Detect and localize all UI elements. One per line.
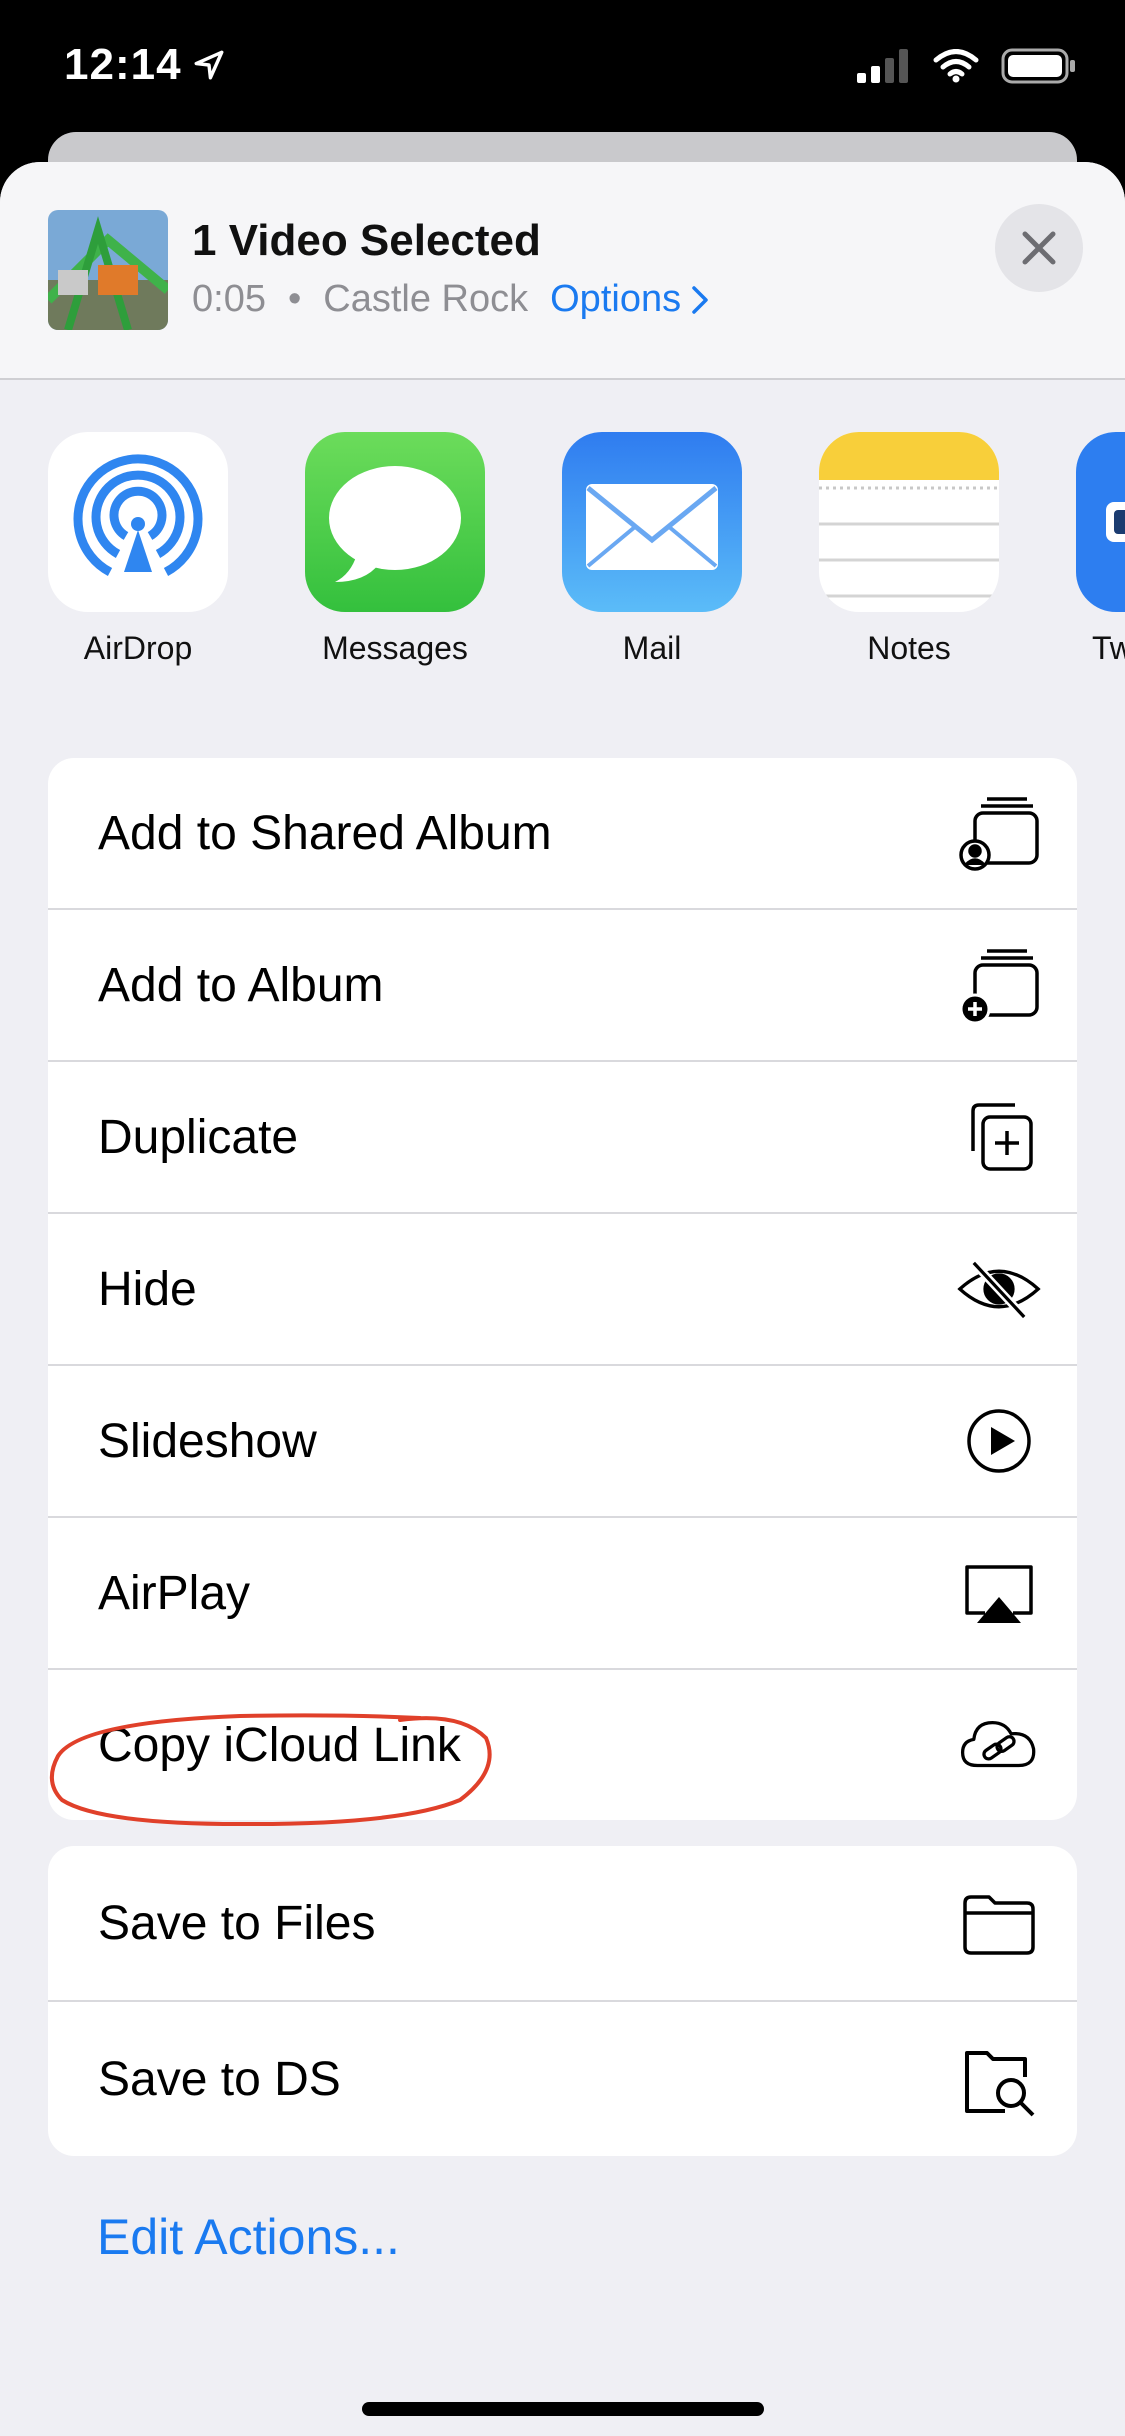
app-label: Mail (622, 630, 682, 666)
home-indicator (362, 2402, 764, 2416)
add-album-icon (957, 943, 1041, 1027)
action-label: Add to Album (98, 958, 384, 1012)
options-link[interactable]: Options (550, 278, 709, 321)
video-location: Castle Rock (323, 278, 529, 320)
app-label: Notes (867, 630, 951, 666)
share-title: 1 Video Selected (192, 216, 541, 265)
action-save-to-files[interactable]: Save to Files (48, 1846, 1077, 2002)
location-arrow-icon (194, 50, 223, 80)
ds-folder-search-icon (957, 2037, 1041, 2121)
subtitle-separator: • (287, 278, 302, 320)
chevron-right-icon (692, 285, 708, 314)
play-circle-icon (957, 1399, 1041, 1483)
app-label: AirDrop (83, 630, 193, 666)
status-time: 12:14 (64, 40, 182, 89)
app-airdrop[interactable]: AirDrop (48, 432, 228, 667)
battery-icon (1001, 48, 1075, 84)
action-duplicate[interactable]: Duplicate (48, 1062, 1077, 1214)
status-time-wrap: 12:14 (64, 40, 226, 90)
icloud-link-icon (957, 1703, 1041, 1787)
action-add-to-album[interactable]: Add to Album (48, 910, 1077, 1062)
close-button[interactable] (995, 204, 1083, 292)
actions-group-secondary: Save to Files Save to DS (48, 1846, 1077, 2156)
action-add-to-shared-album[interactable]: Add to Shared Album (48, 758, 1077, 910)
app-partial[interactable]: Tw (1076, 432, 1125, 667)
action-label: Save to DS (98, 2052, 341, 2106)
airplay-icon (957, 1551, 1041, 1635)
actions-group-primary: Add to Shared Album Add to Album Duplica… (48, 758, 1077, 1820)
app-mail[interactable]: Mail (562, 432, 742, 667)
app-label: Tw (1092, 630, 1125, 666)
edit-actions-link[interactable]: Edit Actions... (97, 2208, 400, 2266)
share-subtitle: 0:05 • Castle Rock Options (192, 278, 709, 321)
video-duration: 0:05 (192, 278, 266, 320)
action-label: Hide (98, 1262, 197, 1316)
close-icon (1022, 231, 1056, 265)
partial-app-icon (1076, 432, 1125, 612)
status-icons (857, 48, 1077, 84)
action-label: Slideshow (98, 1414, 317, 1468)
options-label: Options (550, 278, 682, 320)
messages-icon (305, 432, 485, 612)
share-sheet: 1 Video Selected 0:05 • Castle Rock Opti… (0, 162, 1125, 2436)
airdrop-icon (48, 432, 228, 612)
app-messages[interactable]: Messages (305, 432, 485, 667)
action-slideshow[interactable]: Slideshow (48, 1366, 1077, 1518)
duplicate-icon (957, 1095, 1041, 1179)
action-label: AirPlay (98, 1566, 251, 1620)
status-bar: 12:14 (0, 0, 1125, 135)
action-label: Add to Shared Album (98, 806, 552, 860)
action-label: Copy iCloud Link (98, 1718, 461, 1772)
action-copy-icloud-link[interactable]: Copy iCloud Link (48, 1670, 1077, 1820)
shared-album-icon (957, 791, 1041, 875)
action-hide[interactable]: Hide (48, 1214, 1077, 1366)
hide-eye-icon (957, 1247, 1041, 1331)
action-save-to-ds[interactable]: Save to DS (48, 2002, 1077, 2156)
share-apps-row: AirDrop Messages Mail Notes Tw (0, 432, 1125, 666)
notes-icon (819, 432, 999, 612)
mail-icon (562, 432, 742, 612)
video-thumbnail (48, 210, 168, 330)
folder-icon (957, 1881, 1041, 1965)
action-airplay[interactable]: AirPlay (48, 1518, 1077, 1670)
app-label: Messages (322, 630, 468, 666)
cellular-signal-icon (857, 49, 908, 83)
share-sheet-header: 1 Video Selected 0:05 • Castle Rock Opti… (0, 162, 1125, 380)
wifi-icon (933, 49, 979, 83)
action-label: Save to Files (98, 1896, 376, 1950)
action-label: Duplicate (98, 1110, 299, 1164)
app-notes[interactable]: Notes (819, 432, 999, 667)
